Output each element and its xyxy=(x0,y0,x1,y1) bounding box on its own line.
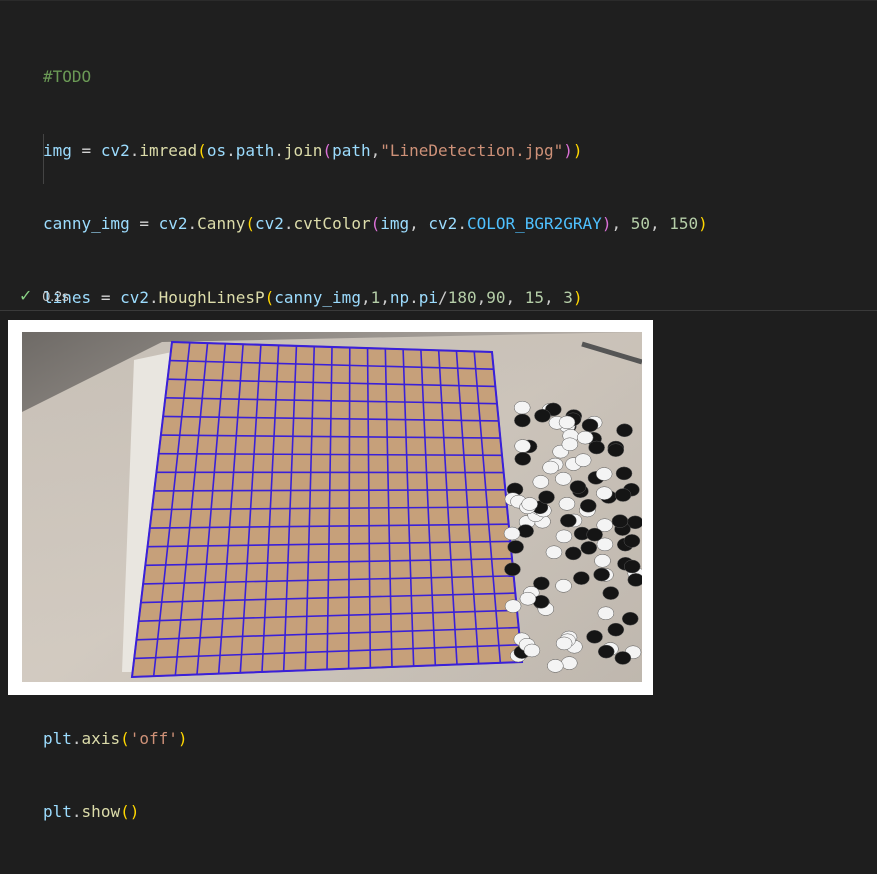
go-stone xyxy=(518,525,534,538)
go-stone xyxy=(628,573,642,586)
go-stone xyxy=(608,623,624,636)
go-stone xyxy=(617,424,633,437)
vertical-detected-line xyxy=(349,348,350,669)
go-stone xyxy=(575,454,591,467)
go-stone xyxy=(514,414,530,427)
go-stone xyxy=(598,607,614,620)
go-stone xyxy=(615,489,631,502)
go-stone xyxy=(565,547,581,560)
code-line-2: img = cv2.imread(os.path.join(path,"Line… xyxy=(43,139,708,164)
go-stone xyxy=(515,440,531,453)
go-stone xyxy=(582,419,598,432)
go-stone xyxy=(615,651,631,664)
go-stone xyxy=(505,600,521,613)
go-stone xyxy=(556,637,572,650)
go-stone xyxy=(603,587,619,600)
go-stone xyxy=(560,514,576,527)
go-stone xyxy=(587,528,603,541)
go-stone xyxy=(608,444,624,457)
go-stone xyxy=(580,499,596,512)
go-stone xyxy=(534,409,550,422)
go-stone xyxy=(556,579,572,592)
go-stone xyxy=(504,563,520,576)
go-stone xyxy=(562,438,578,451)
go-stone xyxy=(524,644,540,657)
go-stone xyxy=(594,568,610,581)
go-stone xyxy=(598,645,614,658)
notebook-code-cell[interactable]: #TODO img = cv2.imread(os.path.join(path… xyxy=(0,0,877,311)
go-stone xyxy=(504,527,520,540)
go-stone xyxy=(555,472,571,485)
code-line-10: plt.axis('off') xyxy=(43,727,708,752)
go-stone xyxy=(624,560,640,573)
go-stone xyxy=(539,491,555,504)
go-stone xyxy=(577,431,593,444)
go-stone xyxy=(508,540,524,553)
go-stone xyxy=(622,612,638,625)
go-stone xyxy=(520,592,536,605)
go-stone xyxy=(616,467,632,480)
go-stone xyxy=(561,657,577,670)
go-stone xyxy=(596,468,612,481)
go-stone xyxy=(624,534,640,547)
go-stone xyxy=(612,515,628,528)
go-stone xyxy=(547,659,563,672)
code-line-11: plt.show() xyxy=(43,800,708,825)
go-stone xyxy=(596,487,612,500)
code-line-4: lines = cv2.HoughLinesP(canny_img,1,np.p… xyxy=(43,286,708,311)
output-image xyxy=(22,332,642,682)
go-stone xyxy=(533,475,549,488)
go-stone xyxy=(543,461,559,474)
go-stone xyxy=(581,541,597,554)
go-stone xyxy=(589,441,605,454)
go-stone xyxy=(546,546,562,559)
execution-time: 0.2s xyxy=(42,288,68,304)
go-stone xyxy=(587,630,603,643)
go-stone xyxy=(522,498,538,511)
go-stone xyxy=(514,401,530,414)
go-stone xyxy=(559,497,575,510)
go-stone xyxy=(573,572,589,585)
go-stone xyxy=(559,416,575,429)
execution-status: ✓ 0.2s xyxy=(19,286,69,306)
check-icon: ✓ xyxy=(19,286,32,306)
code-line-1: #TODO xyxy=(43,65,708,90)
go-stone xyxy=(556,530,572,543)
go-stone xyxy=(515,452,531,465)
cell-output xyxy=(8,320,653,695)
go-stone xyxy=(594,554,610,567)
go-stone xyxy=(570,481,586,494)
code-line-3: canny_img = cv2.Canny(cv2.cvtColor(img, … xyxy=(43,212,708,237)
